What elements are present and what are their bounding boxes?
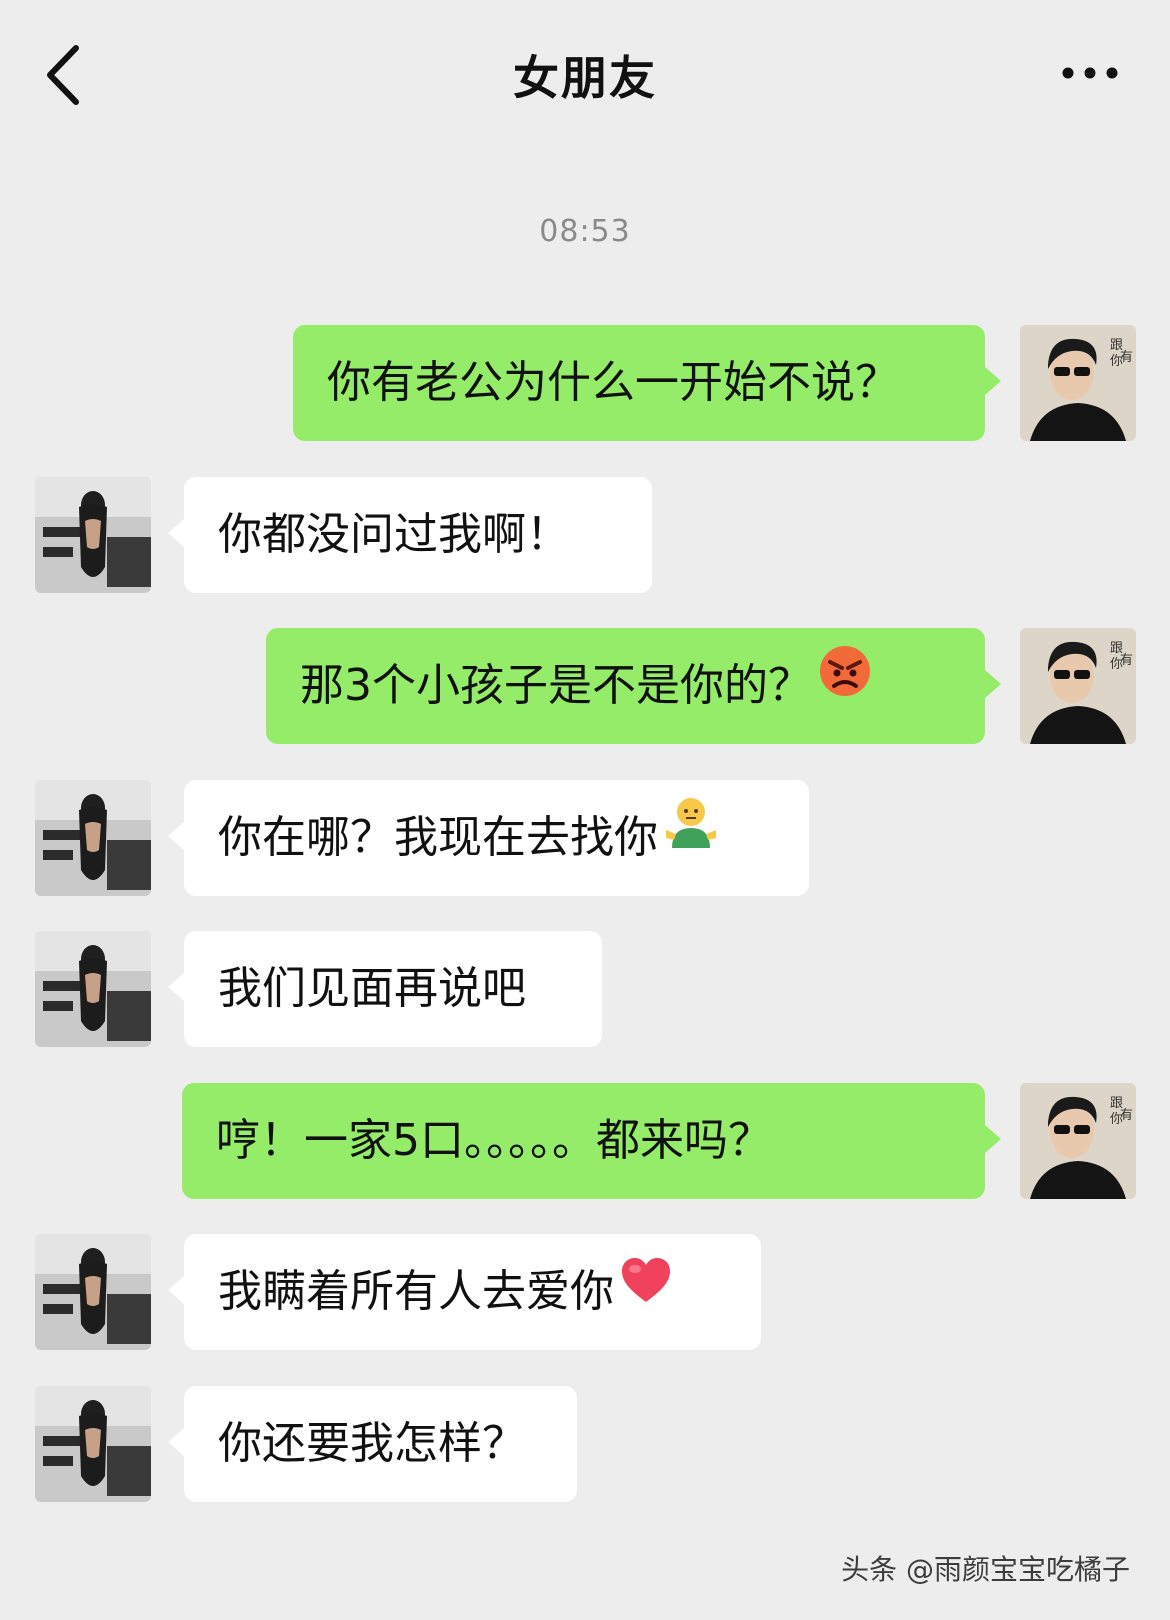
svg-text:你: 你 bbox=[1110, 657, 1123, 672]
message-text: 那3个小孩子是不是你的？ bbox=[300, 660, 812, 711]
message-text: 哼！一家5口。。。。。都来吗？ bbox=[216, 1115, 772, 1166]
message-text: 你还要我怎样？ bbox=[218, 1418, 526, 1469]
message-bubble-sent[interactable]: 那3个小孩子是不是你的？ bbox=[266, 626, 1001, 744]
message-text: 你在哪？我现在去找你 bbox=[218, 812, 658, 863]
message-text: 我瞒着所有人去爱你 bbox=[218, 1266, 614, 1317]
contact-avatar[interactable] bbox=[35, 931, 151, 1047]
message-bubble-received[interactable]: 你还要我怎样？ bbox=[168, 1386, 577, 1502]
message-bubble-sent[interactable]: 你有老公为什么一开始不说？ bbox=[293, 325, 1001, 441]
red-heart-icon bbox=[620, 1232, 672, 1348]
my-avatar[interactable]: 跟 有 你 bbox=[1020, 628, 1136, 744]
message-bubble-received[interactable]: 你都没问过我啊！ bbox=[168, 477, 652, 593]
more-dots-icon bbox=[1062, 67, 1118, 79]
message-text: 你都没问过我啊！ bbox=[218, 509, 570, 560]
svg-text:你: 你 bbox=[1110, 1112, 1123, 1127]
shrug-person-icon bbox=[664, 778, 718, 894]
contact-avatar[interactable] bbox=[35, 1234, 151, 1350]
my-avatar[interactable]: 跟 有 你 bbox=[1020, 1083, 1136, 1199]
my-avatar[interactable]: 跟 有 你 bbox=[1020, 325, 1136, 441]
watermark: 头条 @雨颜宝宝吃橘子 bbox=[841, 1553, 1130, 1586]
message-bubble-received[interactable]: 你在哪？我现在去找你 bbox=[168, 778, 809, 896]
contact-avatar[interactable] bbox=[35, 780, 151, 896]
contact-avatar[interactable] bbox=[35, 477, 151, 593]
angry-face-icon bbox=[818, 626, 872, 742]
more-button[interactable] bbox=[1060, 58, 1120, 88]
contact-avatar[interactable] bbox=[35, 1386, 151, 1502]
chat-title: 女朋友 bbox=[513, 51, 657, 105]
svg-text:你: 你 bbox=[1110, 354, 1123, 369]
message-bubble-received[interactable]: 我们见面再说吧 bbox=[168, 931, 602, 1047]
message-bubble-sent[interactable]: 哼！一家5口。。。。。都来吗？ bbox=[182, 1083, 1001, 1199]
message-bubble-received[interactable]: 我瞒着所有人去爱你 bbox=[168, 1232, 761, 1350]
message-text: 我们见面再说吧 bbox=[218, 963, 526, 1014]
message-text: 你有老公为什么一开始不说？ bbox=[327, 357, 899, 408]
message-timestamp: 08:53 bbox=[539, 214, 631, 249]
chat-header: 女朋友 bbox=[0, 0, 1170, 150]
